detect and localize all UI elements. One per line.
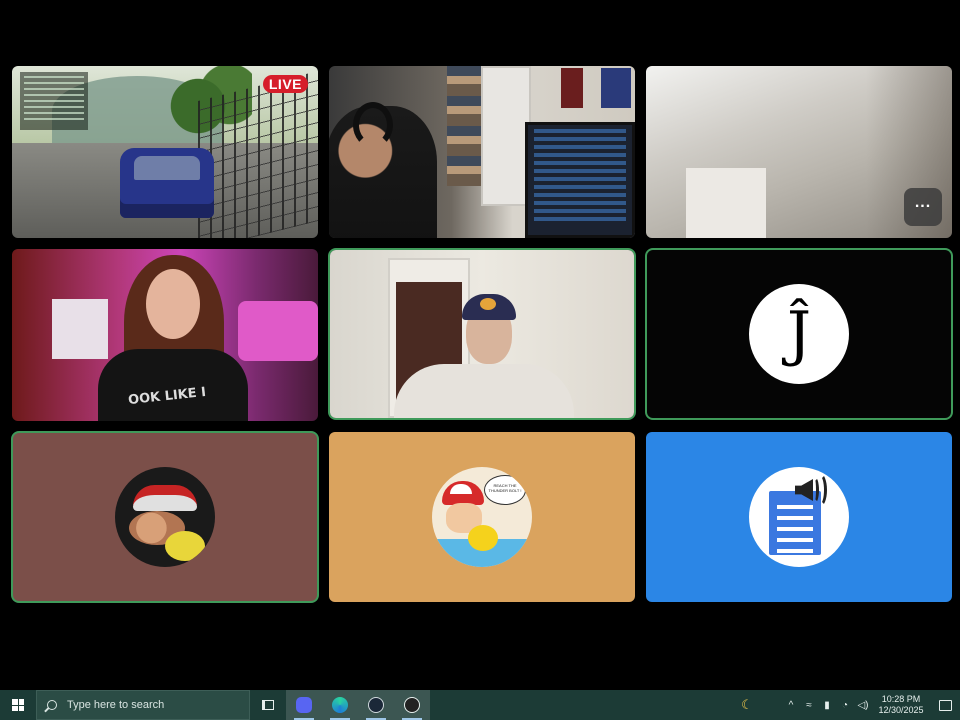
volume-icon[interactable]: ◁) — [854, 700, 872, 711]
speech-bubble: REACH THE THUNDER BOLT ! — [484, 475, 526, 505]
search-icon — [47, 700, 57, 710]
avatar-letter: Ĵ — [786, 299, 812, 369]
profile-avatar — [749, 467, 849, 567]
wifi-off-icon[interactable]: ≈ — [800, 700, 818, 711]
moon-icon[interactable]: ☾ — [738, 697, 756, 713]
obs-app-button[interactable] — [394, 690, 430, 720]
taskbar-clock[interactable]: 10:28 PM 12/30/2025 — [872, 694, 930, 716]
notification-icon — [938, 699, 952, 711]
participant-tile-ceiling[interactable]: ... — [646, 66, 952, 238]
obs-icon — [404, 697, 420, 713]
more-options-button[interactable]: ... — [904, 188, 942, 226]
microphone-icon[interactable]: ▮ — [818, 700, 836, 711]
participant-tile-gamer-room[interactable] — [329, 66, 635, 238]
participant-tile-cat-avatar[interactable] — [13, 433, 317, 601]
clock-date: 12/30/2025 — [878, 705, 924, 715]
monitor-image — [525, 122, 635, 238]
participant-tile-pokemon-avatar[interactable]: REACH THE THUNDER BOLT ! — [329, 432, 635, 602]
system-tray: ☾ ^ ≈ ▮ ◔ ◁) 10:28 PM 12/30/2025 — [738, 690, 960, 720]
clock-time: 10:28 PM — [881, 694, 921, 704]
participant-tile-j-avatar[interactable]: Ĵ — [647, 250, 951, 418]
profile-avatar: Ĵ — [749, 284, 849, 384]
edge-app-button[interactable] — [322, 690, 358, 720]
taskbar-search-box[interactable]: Type here to search — [36, 690, 250, 720]
cap-image — [462, 294, 516, 320]
edge-icon — [332, 697, 348, 713]
game-hud — [20, 72, 88, 130]
santa-hat-image — [133, 485, 197, 511]
network-icon[interactable]: ◔ — [836, 700, 854, 711]
car-image — [120, 148, 214, 218]
video-feed — [329, 66, 635, 238]
headset-image — [353, 102, 393, 148]
chevron-up-icon[interactable]: ^ — [782, 700, 800, 711]
pikachu-image — [468, 525, 498, 551]
steam-app-button[interactable] — [358, 690, 394, 720]
search-placeholder: Type here to search — [67, 699, 165, 711]
task-view-button[interactable] — [250, 690, 286, 720]
start-button[interactable] — [0, 690, 36, 720]
profile-avatar — [115, 467, 215, 567]
notification-button[interactable] — [930, 699, 960, 711]
profile-avatar: REACH THE THUNDER BOLT ! — [432, 467, 532, 567]
video-feed — [330, 250, 634, 418]
ash-cap-image — [442, 481, 484, 505]
participant-tile-game-stream[interactable]: LIVE — [12, 66, 318, 238]
windows-logo-icon — [12, 699, 24, 711]
task-view-icon — [262, 700, 274, 710]
participant-tile-doc-avatar[interactable] — [646, 432, 952, 602]
discord-app-button[interactable] — [286, 690, 322, 720]
participant-tile-man-cap[interactable] — [330, 250, 634, 418]
live-badge: LIVE — [262, 75, 308, 93]
participant-tile-woman[interactable] — [12, 249, 318, 421]
video-feed — [12, 249, 318, 421]
discord-icon — [296, 697, 312, 713]
steam-icon — [368, 697, 384, 713]
windows-taskbar: Type here to search ☾ ^ ≈ ▮ ◔ ◁) 10:28 P… — [0, 690, 960, 720]
